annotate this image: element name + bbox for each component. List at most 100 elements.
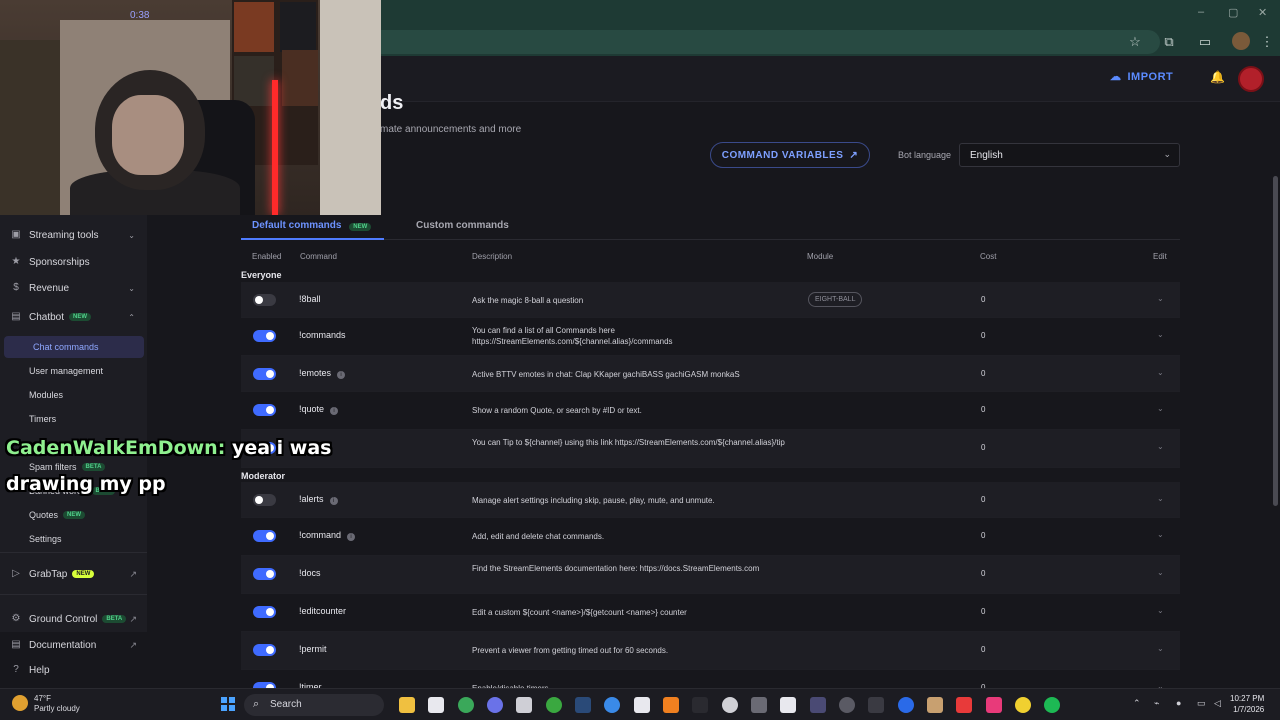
table-row[interactable]: !command i Add, edit and delete chat comma… <box>241 518 1180 556</box>
cam-clock-readout: 0:38 <box>130 10 150 21</box>
sidebar-item-ground-control[interactable]: ⚙ Ground Control BETA ↗ <box>0 608 147 630</box>
sidebar-item-documentation[interactable]: ▤ Documentation ↗ <box>0 634 147 656</box>
table-row[interactable]: !editcounter Edit a custom ${count <name>… <box>241 594 1180 632</box>
chevron-up-icon[interactable]: ⌃ <box>1133 698 1141 709</box>
windows-start-icon[interactable] <box>221 697 235 711</box>
tab-custom-commands[interactable]: Custom commands <box>416 220 509 231</box>
weather-widget[interactable]: 47°F Partly cloudy <box>34 694 80 714</box>
minimize-button[interactable]: – <box>1198 6 1204 18</box>
command-description: Find the StreamElements documentation he… <box>472 564 760 573</box>
sidebar-item-label: Help <box>29 664 50 676</box>
app-icon[interactable] <box>927 697 943 713</box>
table-row[interactable]: !commands You can find a list of all Comm… <box>241 318 1180 356</box>
speaker-icon[interactable]: ◁ <box>1214 698 1221 709</box>
sidebar-item-revenue[interactable]: $ Revenue ⌄ <box>0 277 147 299</box>
enabled-toggle[interactable] <box>253 404 276 416</box>
table-row[interactable]: !quote i Show a random Quote, or search by… <box>241 392 1180 430</box>
chevron-down-icon[interactable]: ⌄ <box>1157 368 1164 377</box>
import-button[interactable]: ☁ IMPORT <box>1110 70 1173 84</box>
bot-language-select[interactable]: English ⌄ <box>959 143 1180 167</box>
store-icon[interactable] <box>428 697 444 713</box>
app-icon[interactable] <box>1015 697 1031 713</box>
chevron-down-icon[interactable]: ⌄ <box>1157 606 1164 615</box>
sidebar-item-quotes[interactable]: Quotes NEW <box>0 504 147 526</box>
enabled-toggle[interactable] <box>253 644 276 656</box>
discord-icon[interactable] <box>487 697 503 713</box>
edge-icon[interactable] <box>898 697 914 713</box>
epic-games-icon[interactable] <box>634 697 650 713</box>
screen-share-icon[interactable]: ▭ <box>1196 33 1214 51</box>
command-variables-button[interactable]: COMMAND VARIABLES ↗ <box>710 142 870 168</box>
close-window-button[interactable]: ✕ <box>1258 6 1267 19</box>
sidebar-item-sponsorships[interactable]: ★ Sponsorships <box>0 251 147 273</box>
chevron-down-icon[interactable]: ⌄ <box>1157 494 1164 503</box>
sidebar-item-streaming-tools[interactable]: ▣ Streaming tools ⌄ <box>0 224 147 246</box>
sidebar-item-timers[interactable]: Timers <box>0 408 147 430</box>
table-row[interactable]: !emotes i Active BTTV emotes in chat: Clap… <box>241 356 1180 392</box>
enabled-toggle[interactable] <box>253 606 276 618</box>
browser-profile-avatar[interactable] <box>1232 32 1250 50</box>
sidebar-item-user-management[interactable]: User management <box>0 360 147 382</box>
user-avatar[interactable] <box>1238 66 1264 92</box>
chevron-down-icon[interactable]: ⌄ <box>1157 568 1164 577</box>
tab-default-commands[interactable]: Default commands NEW <box>252 220 372 231</box>
info-icon[interactable]: i <box>337 371 346 379</box>
chatbot-icon: ▤ <box>11 311 21 322</box>
sidebar-item-help[interactable]: ? Help <box>0 659 147 681</box>
chevron-down-icon[interactable]: ⌄ <box>1157 294 1164 303</box>
table-row[interactable]: !8ball Ask the magic 8-ball a question EIG… <box>241 282 1180 318</box>
enabled-toggle[interactable] <box>253 294 276 306</box>
sidebar-item-grabtap[interactable]: ▷ GrabTap NEW ↗ <box>0 563 147 585</box>
table-row[interactable]: !docs Find the StreamElements documentati… <box>241 556 1180 594</box>
network-icon[interactable]: ⌁ <box>1154 698 1159 709</box>
chevron-down-icon[interactable]: ⌄ <box>1157 404 1164 413</box>
chrome-icon[interactable] <box>458 697 474 713</box>
chevron-down-icon[interactable]: ⌄ <box>1157 442 1164 451</box>
bookmark-star-icon[interactable]: ☆ <box>1126 33 1144 51</box>
file-explorer-icon[interactable] <box>399 697 415 713</box>
app-icon[interactable] <box>780 697 796 713</box>
enabled-toggle[interactable] <box>253 368 276 380</box>
taskbar-search[interactable]: ⌕ Search <box>244 694 384 716</box>
app-icon[interactable] <box>839 697 855 713</box>
obs-icon[interactable] <box>722 697 738 713</box>
app-icon[interactable] <box>868 697 884 713</box>
app-icon[interactable] <box>663 697 679 713</box>
xbox-icon[interactable] <box>546 697 562 713</box>
music-icon[interactable] <box>986 697 1002 713</box>
command-cost: 0 <box>981 405 986 414</box>
maximize-button[interactable]: ▢ <box>1228 6 1238 19</box>
enabled-toggle[interactable] <box>253 330 276 342</box>
sidebar-item-chatbot[interactable]: ▤ Chatbot NEW ⌃ <box>0 306 147 328</box>
info-icon[interactable]: i <box>347 533 356 541</box>
url-field[interactable] <box>360 30 1160 54</box>
weather-icon[interactable] <box>12 695 28 711</box>
app-icon[interactable] <box>692 697 708 713</box>
bell-icon[interactable]: 🔔 <box>1210 70 1225 84</box>
command-name: !command <box>299 530 342 540</box>
app-icon[interactable] <box>751 697 767 713</box>
browser-menu-icon[interactable]: ⋮ <box>1258 33 1276 51</box>
spotify-icon[interactable] <box>1044 697 1060 713</box>
taskbar-clock[interactable]: 10:27 PM 1/7/2026 <box>1230 693 1264 715</box>
chevron-down-icon[interactable]: ⌄ <box>1157 530 1164 539</box>
app-icon[interactable] <box>810 697 826 713</box>
command-cost: 0 <box>981 295 986 304</box>
sidebar-item-modules[interactable]: Modules <box>0 384 147 406</box>
app-icon[interactable] <box>516 697 532 713</box>
app-icon[interactable] <box>956 697 972 713</box>
chevron-down-icon[interactable]: ⌄ <box>1157 330 1164 339</box>
microphone-icon[interactable]: ● <box>1176 698 1181 708</box>
page-scrollbar[interactable] <box>1273 176 1278 506</box>
display-icon[interactable]: ▭ <box>1197 698 1206 709</box>
enabled-toggle[interactable] <box>253 568 276 580</box>
sidebar-item-settings[interactable]: Settings <box>0 528 147 550</box>
table-row[interactable]: !permit Prevent a viewer from getting tim… <box>241 632 1180 670</box>
extensions-icon[interactable]: ⧉ <box>1160 33 1178 51</box>
info-icon[interactable]: i <box>330 407 339 415</box>
browser-icon[interactable] <box>604 697 620 713</box>
sidebar-item-chat-commands[interactable]: Chat commands <box>4 336 144 358</box>
steam-icon[interactable] <box>575 697 591 713</box>
enabled-toggle[interactable] <box>253 530 276 542</box>
chevron-down-icon[interactable]: ⌄ <box>1157 644 1164 653</box>
